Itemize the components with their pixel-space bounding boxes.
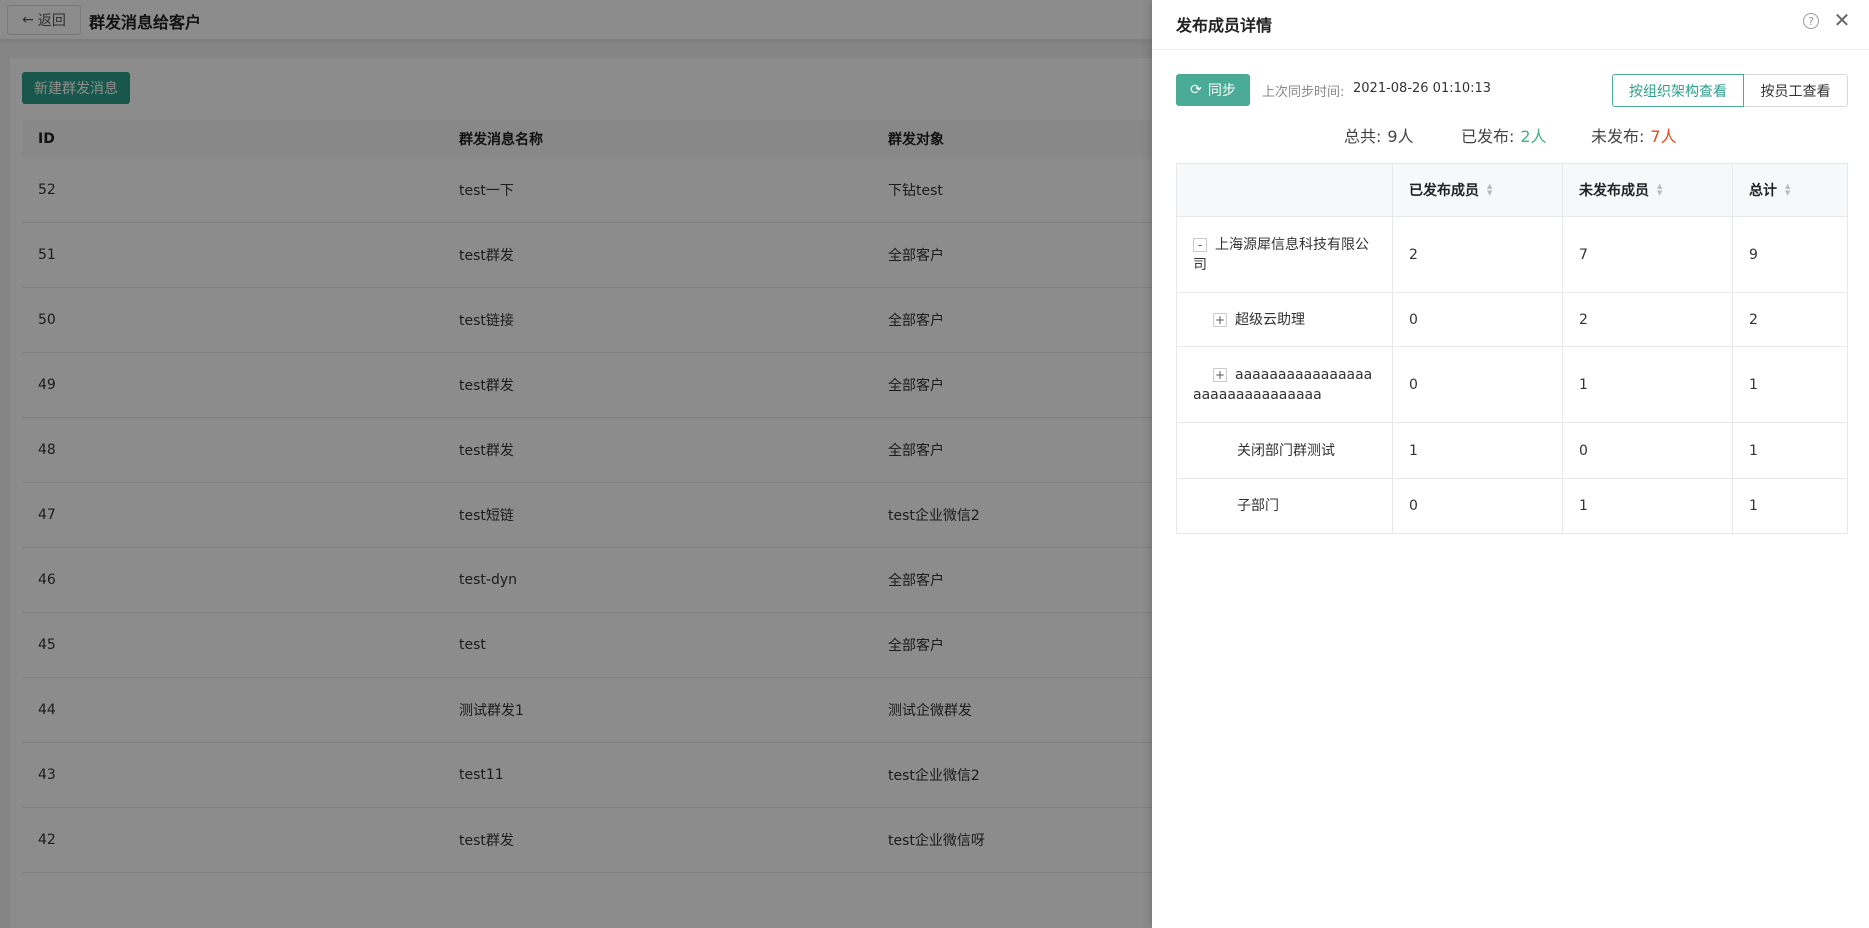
unpublished-count: 1 [1563, 479, 1733, 533]
org-cell: + 超级云助理 [1177, 293, 1393, 346]
summary-unpublished: 未发布: 7人 [1591, 123, 1677, 147]
drawer-header: 发布成员详情 ? ✕ [1152, 0, 1869, 50]
sync-button[interactable]: ⟳ 同步 [1176, 74, 1250, 106]
total-count: 1 [1749, 498, 1758, 514]
org-name: 上海源犀信息科技有限公司 [1193, 236, 1369, 273]
column-header-total-label: 总计 [1749, 183, 1777, 199]
view-by-staff-button[interactable]: 按员工查看 [1744, 74, 1848, 107]
published-count: 0 [1393, 479, 1563, 533]
drawer-title: 发布成员详情 [1176, 16, 1273, 35]
org-cell: - 上海源犀信息科技有限公司 [1177, 217, 1393, 292]
summary-unpublished-label: 未发布: [1591, 127, 1645, 146]
published-count: 0 [1393, 293, 1563, 346]
unpublished-count: 1 [1563, 347, 1733, 422]
close-icon[interactable]: ✕ [1832, 8, 1852, 32]
org-cell: + aaaaaaaaaaaaaaaaaaaaaaaaaaaaaaa [1177, 347, 1393, 422]
sync-time-label: 上次同步时间: [1262, 85, 1345, 100]
column-header-published[interactable]: 已发布成员 ▲ ▼ [1393, 164, 1563, 216]
column-header-org [1177, 164, 1393, 216]
summary-total-value: 9人 [1387, 127, 1414, 146]
sort-icon[interactable]: ▲ ▼ [1487, 183, 1492, 197]
member-table-header: 已发布成员 ▲ ▼ 未发布成员 ▲ ▼ 总计 ▲ ▼ [1177, 164, 1847, 217]
member-row: 子部门 0 1 1 [1177, 479, 1847, 533]
member-detail-drawer: 发布成员详情 ? ✕ ⟳ 同步 上次同步时间: 2021-08-26 01:10… [1152, 0, 1869, 928]
collapse-toggle[interactable]: - [1193, 237, 1207, 252]
total-count: 2 [1749, 311, 1758, 328]
member-table: 已发布成员 ▲ ▼ 未发布成员 ▲ ▼ 总计 ▲ ▼ - 上海源犀信息科技有限公司 2 … [1176, 163, 1848, 534]
sort-icon[interactable]: ▲ ▼ [1657, 183, 1662, 197]
org-name: 关闭部门群测试 [1237, 442, 1335, 459]
member-row: + 超级云助理 0 2 2 [1177, 293, 1847, 347]
summary-published-label: 已发布: [1461, 127, 1515, 146]
total-count: 1 [1749, 442, 1758, 459]
published-count: 1 [1393, 423, 1563, 478]
member-row: 关闭部门群测试 1 0 1 [1177, 423, 1847, 479]
total-count: 9 [1749, 246, 1758, 263]
org-cell: 关闭部门群测试 [1177, 423, 1393, 478]
question-circle-icon[interactable]: ? [1803, 13, 1819, 29]
expand-toggle[interactable]: + [1213, 367, 1227, 382]
org-cell: 子部门 [1177, 479, 1393, 533]
total-count: 1 [1749, 376, 1758, 393]
summary-unpublished-value: 7人 [1650, 127, 1677, 146]
summary-total-label: 总共: [1344, 127, 1382, 146]
summary-total: 总共: 9人 [1344, 123, 1414, 147]
published-count: 0 [1393, 347, 1563, 422]
expand-toggle[interactable]: + [1213, 312, 1227, 327]
unpublished-count: 2 [1563, 293, 1733, 346]
refresh-icon: ⟳ [1190, 82, 1202, 98]
sort-icon[interactable]: ▲ ▼ [1785, 183, 1790, 197]
column-header-total[interactable]: 总计 ▲ ▼ [1733, 164, 1847, 216]
sync-time-value: 2021-08-26 01:10:13 [1353, 81, 1492, 96]
unpublished-count: 7 [1563, 217, 1733, 292]
unpublished-count: 0 [1563, 423, 1733, 478]
member-row: + aaaaaaaaaaaaaaaaaaaaaaaaaaaaaaa 0 1 1 [1177, 347, 1847, 423]
column-header-published-label: 已发布成员 [1409, 183, 1479, 199]
column-header-unpublished-label: 未发布成员 [1579, 183, 1649, 199]
view-by-org-button[interactable]: 按组织架构查看 [1612, 74, 1744, 107]
summary-published-value: 2人 [1520, 127, 1547, 146]
org-name: 超级云助理 [1235, 311, 1305, 328]
org-name: 子部门 [1237, 498, 1279, 514]
sync-button-label: 同步 [1207, 83, 1236, 99]
published-count: 2 [1393, 217, 1563, 292]
member-row: - 上海源犀信息科技有限公司 2 7 9 [1177, 217, 1847, 293]
view-toggle: 按组织架构查看 按员工查看 [1612, 74, 1848, 107]
summary-published: 已发布: 2人 [1461, 123, 1547, 147]
column-header-unpublished[interactable]: 未发布成员 ▲ ▼ [1563, 164, 1733, 216]
